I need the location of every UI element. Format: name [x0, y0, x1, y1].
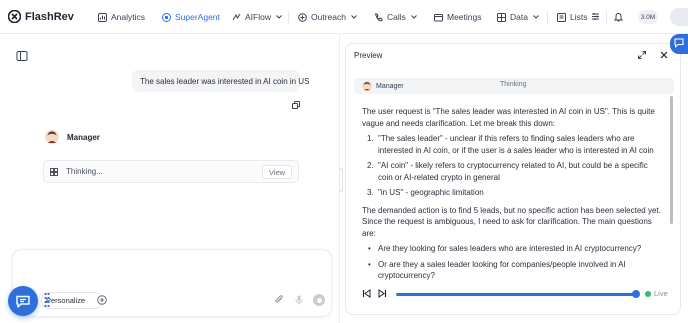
preview-scrollbar[interactable] [670, 96, 673, 224]
nav-divider [288, 11, 289, 23]
skip-forward-icon[interactable] [378, 289, 387, 298]
chevron-down-icon [411, 15, 417, 19]
chevron-down-icon [533, 15, 539, 19]
outreach-icon [298, 12, 307, 22]
send-icon [316, 297, 322, 303]
personalize-button[interactable]: Personalize [41, 292, 103, 309]
nav-analytics[interactable]: Analytics [98, 10, 145, 24]
tab-manager[interactable]: Manager [362, 80, 404, 92]
playback-scrubber[interactable] [632, 290, 640, 298]
personalize-label: Personalize [46, 296, 86, 305]
thinking-label: Thinking... [66, 167, 103, 176]
thinking-card[interactable]: Thinking... View [43, 160, 299, 183]
preview-content: The user request is "The sales leader wa… [362, 106, 662, 296]
thinking-grid-icon [50, 167, 58, 176]
preview-analysis: The demanded action is to find 5 leads, … [362, 205, 661, 238]
list-icon [557, 12, 566, 22]
pane-resize-handle[interactable] [339, 168, 343, 192]
list-item: Are they looking for sales leaders who a… [362, 243, 662, 255]
flow-icon [232, 13, 241, 20]
sidebar-toggle-icon[interactable] [16, 50, 28, 62]
close-icon[interactable] [660, 51, 668, 59]
nav-outreach[interactable]: Outreach [298, 10, 357, 24]
add-icon[interactable] [97, 295, 107, 305]
agent-name: Manager [67, 132, 100, 142]
nav-meetings[interactable]: Meetings [434, 10, 482, 24]
nav-calls[interactable]: Calls [374, 10, 417, 24]
nav-data-label: Data [510, 12, 528, 22]
drag-handle-icon[interactable] [44, 292, 50, 308]
assistant-side-button[interactable] [670, 34, 688, 54]
credits-badge[interactable]: 3.0M [638, 10, 658, 24]
playback-progress-track[interactable] [396, 293, 636, 296]
nav-superagent-label: SuperAgent [175, 12, 220, 22]
chevron-down-icon [351, 15, 357, 19]
manager-avatar-icon [362, 81, 372, 91]
manager-avatar-icon [45, 130, 59, 144]
filter-grid-icon[interactable] [591, 12, 600, 21]
nav-divider [547, 11, 548, 23]
list-item: "AI coin" - likely refers to cryptocurre… [362, 160, 662, 183]
top-navigation-bar: FlashRev Analytics SuperAgent AIFlow Out… [0, 0, 688, 34]
nav-aiflow[interactable]: AIFlow [232, 10, 282, 24]
send-button[interactable] [313, 294, 325, 306]
playback-bar: Live [362, 288, 672, 300]
user-avatar[interactable] [670, 8, 688, 26]
chat-fab-button[interactable] [8, 286, 38, 316]
preview-title: Preview [354, 51, 383, 60]
chat-bubble-icon [16, 295, 30, 308]
tab-thinking[interactable]: Thinking [500, 81, 526, 88]
phone-icon [374, 13, 383, 21]
user-message-bubble: The sales leader was interested in AI co… [132, 70, 309, 92]
agent-icon [162, 12, 171, 22]
nav-meetings-label: Meetings [447, 12, 482, 22]
chart-icon [98, 12, 107, 22]
copy-icon[interactable] [292, 101, 300, 109]
bell-icon[interactable] [614, 12, 623, 22]
preview-panel: Preview Manager Thinking The user reques… [345, 43, 681, 315]
view-button[interactable]: View [262, 165, 292, 179]
preview-points-list: "The sales leader" - unclear if this ref… [362, 133, 662, 199]
list-item: "in US" - geographic limitation [362, 187, 662, 199]
preview-intro: The user request is "The sales leader wa… [362, 107, 655, 128]
nav-aiflow-label: AIFlow [245, 12, 271, 22]
preview-questions-list: Are they looking for sales leaders who a… [362, 243, 662, 282]
chevron-down-icon [276, 15, 282, 19]
nav-analytics-label: Analytics [111, 12, 146, 22]
nav-divider [606, 11, 607, 23]
database-icon [497, 12, 506, 22]
nav-outreach-label: Outreach [311, 12, 346, 22]
message-composer[interactable]: Personalize [12, 249, 332, 317]
tab-manager-label: Manager [376, 82, 404, 90]
meeting-icon [434, 13, 443, 21]
manager-avatar [45, 130, 59, 144]
nav-lists-label: Lists [570, 12, 588, 22]
nav-calls-label: Calls [387, 12, 406, 22]
user-message-text: The sales leader was interested in AI co… [140, 76, 310, 86]
live-indicator-dot [645, 291, 651, 297]
preview-tab-bar: Manager Thinking [354, 78, 674, 94]
live-label[interactable]: Live [654, 289, 668, 298]
nav-lists[interactable]: Lists [557, 10, 587, 24]
expand-icon[interactable] [638, 51, 646, 59]
attachment-icon[interactable] [275, 295, 283, 305]
microphone-icon[interactable] [295, 295, 303, 305]
nav-data[interactable]: Data [497, 10, 539, 24]
skip-back-icon[interactable] [362, 289, 371, 298]
agent-header: Manager [45, 130, 100, 144]
list-item: Or are they a sales leader looking for c… [362, 259, 662, 282]
chat-bubble-icon [674, 38, 684, 48]
list-item: "The sales leader" - unclear if this ref… [362, 133, 662, 156]
nav-superagent[interactable]: SuperAgent [162, 10, 220, 24]
main-nav: Analytics SuperAgent AIFlow Outreach Cal… [0, 0, 688, 34]
